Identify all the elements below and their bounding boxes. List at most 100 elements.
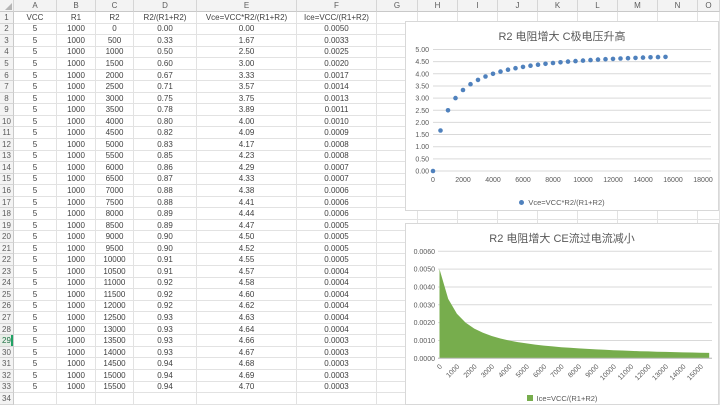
row-header[interactable]: 11 — [0, 127, 14, 139]
cell[interactable]: 0.83 — [134, 139, 197, 151]
cell[interactable]: Ice=VCC/(R1+R2) — [297, 12, 377, 24]
cell[interactable]: 5 — [14, 104, 57, 116]
row-header[interactable]: 31 — [0, 358, 14, 370]
cell[interactable]: 0.60 — [134, 58, 197, 70]
cell[interactable]: 4.69 — [197, 370, 297, 382]
cell[interactable]: 5 — [14, 81, 57, 93]
cell[interactable]: 0.0025 — [297, 47, 377, 59]
cell[interactable]: 1000 — [57, 151, 96, 163]
column-header[interactable]: G — [377, 0, 418, 12]
cell[interactable]: 0.0011 — [297, 104, 377, 116]
cell[interactable]: 0.0014 — [297, 81, 377, 93]
chart-ice-area[interactable]: R2 电阻增大 CE流过电流减小 0.00000.00100.00200.003… — [405, 223, 719, 405]
cell[interactable]: 0.90 — [134, 231, 197, 243]
cell[interactable]: 4.66 — [197, 335, 297, 347]
cell[interactable]: 0.0005 — [297, 243, 377, 255]
cell[interactable]: 0.78 — [134, 104, 197, 116]
cell[interactable]: 0.0004 — [297, 289, 377, 301]
cell[interactable]: 2.50 — [197, 47, 297, 59]
cell[interactable]: 1000 — [57, 370, 96, 382]
cell[interactable]: 5 — [14, 231, 57, 243]
cell[interactable]: 1000 — [57, 47, 96, 59]
row-header[interactable]: 30 — [0, 347, 14, 359]
cell[interactable]: 1000 — [57, 162, 96, 174]
column-header[interactable]: E — [197, 0, 297, 12]
cell[interactable]: 0.0005 — [297, 254, 377, 266]
cell[interactable]: R2/(R1+R2) — [134, 12, 197, 24]
cell[interactable]: 7000 — [96, 185, 134, 197]
cell[interactable]: 5 — [14, 312, 57, 324]
cell[interactable]: 12500 — [96, 312, 134, 324]
row-header[interactable]: 10 — [0, 116, 14, 128]
row-header[interactable]: 13 — [0, 151, 14, 163]
cell[interactable]: 2500 — [96, 81, 134, 93]
row-header[interactable]: 33 — [0, 382, 14, 394]
cell[interactable]: 1000 — [57, 70, 96, 82]
cell[interactable]: 4.44 — [197, 208, 297, 220]
cell[interactable]: 5 — [14, 254, 57, 266]
cell[interactable]: 5 — [14, 162, 57, 174]
cell[interactable]: 0.94 — [134, 370, 197, 382]
cell[interactable]: 10000 — [96, 254, 134, 266]
cell[interactable]: 0.0005 — [297, 231, 377, 243]
cell[interactable]: 0.50 — [134, 47, 197, 59]
row-header[interactable]: 24 — [0, 278, 14, 290]
cell[interactable]: 1000 — [57, 312, 96, 324]
cell[interactable]: R1 — [57, 12, 96, 24]
row-header[interactable]: 1 — [0, 12, 14, 24]
cell[interactable]: 5 — [14, 35, 57, 47]
cell[interactable]: 0.0006 — [297, 185, 377, 197]
cell[interactable]: 0.94 — [134, 382, 197, 394]
row-header[interactable]: 19 — [0, 220, 14, 232]
cell[interactable]: 4.62 — [197, 301, 297, 313]
cell[interactable]: 5 — [14, 139, 57, 151]
cell[interactable]: 13000 — [96, 324, 134, 336]
row-header[interactable]: 16 — [0, 185, 14, 197]
cell[interactable]: 0.88 — [134, 185, 197, 197]
row-header[interactable]: 15 — [0, 174, 14, 186]
cell[interactable]: 1000 — [57, 220, 96, 232]
cell[interactable]: 5 — [14, 301, 57, 313]
cell[interactable]: 1000 — [57, 24, 96, 36]
cell[interactable]: 0.0033 — [297, 35, 377, 47]
cell[interactable]: 4.57 — [197, 266, 297, 278]
cell[interactable]: 1000 — [57, 347, 96, 359]
cell[interactable]: 1000 — [57, 116, 96, 128]
cell[interactable]: 5 — [14, 220, 57, 232]
cell[interactable] — [57, 393, 96, 405]
cell[interactable]: 0.33 — [134, 35, 197, 47]
cell[interactable]: 0.75 — [134, 93, 197, 105]
cell[interactable]: 4.47 — [197, 220, 297, 232]
cell[interactable]: 1000 — [57, 358, 96, 370]
row-header[interactable]: 32 — [0, 370, 14, 382]
cell[interactable]: 1000 — [57, 254, 96, 266]
cell[interactable]: 0.0004 — [297, 278, 377, 290]
column-header[interactable]: C — [96, 0, 134, 12]
row-header[interactable]: 7 — [0, 81, 14, 93]
cell[interactable]: 0.0004 — [297, 301, 377, 313]
row-header[interactable]: 29 — [0, 335, 14, 347]
cell[interactable]: 0.71 — [134, 81, 197, 93]
cell[interactable]: 1000 — [57, 208, 96, 220]
cell[interactable]: 4.67 — [197, 347, 297, 359]
cell[interactable]: 0.0020 — [297, 58, 377, 70]
cell[interactable]: 4.52 — [197, 243, 297, 255]
cell[interactable]: 0.87 — [134, 174, 197, 186]
cell[interactable]: 1000 — [57, 139, 96, 151]
column-header[interactable]: I — [458, 0, 498, 12]
cell[interactable]: 5 — [14, 370, 57, 382]
cell[interactable]: 0.0003 — [297, 382, 377, 394]
cell[interactable]: 0.0003 — [297, 347, 377, 359]
cell[interactable]: 4.70 — [197, 382, 297, 394]
cell[interactable] — [297, 393, 377, 405]
cell[interactable]: 0.0008 — [297, 151, 377, 163]
cell[interactable]: 4.29 — [197, 162, 297, 174]
column-header[interactable]: O — [698, 0, 720, 12]
cell[interactable]: 1000 — [96, 47, 134, 59]
cell[interactable]: 4.63 — [197, 312, 297, 324]
cell[interactable]: 7500 — [96, 197, 134, 209]
cell[interactable] — [134, 393, 197, 405]
cell[interactable]: 5 — [14, 208, 57, 220]
row-header[interactable]: 9 — [0, 104, 14, 116]
column-header[interactable]: N — [658, 0, 698, 12]
